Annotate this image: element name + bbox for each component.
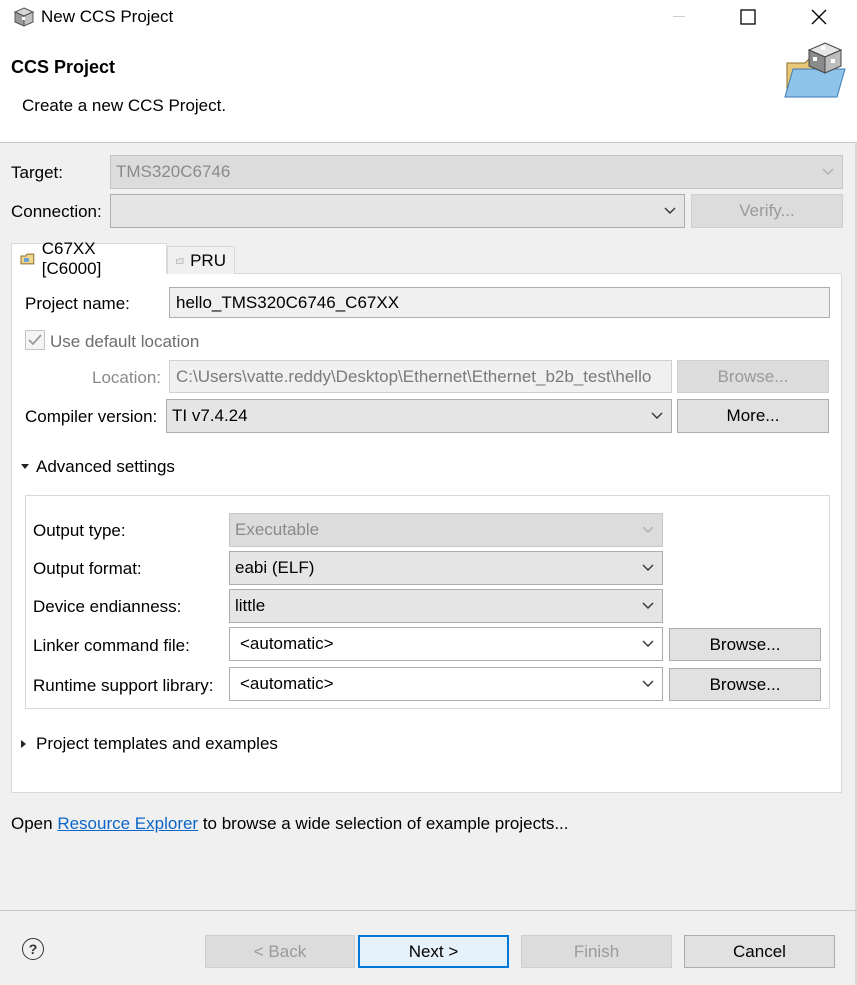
finish-button[interactable]: Finish bbox=[521, 935, 672, 968]
tab-pru[interactable]: PRU bbox=[167, 246, 235, 274]
cube-icon bbox=[13, 7, 35, 27]
close-icon bbox=[811, 9, 827, 25]
next-button[interactable]: Next > bbox=[358, 935, 509, 968]
back-button[interactable]: < Back bbox=[205, 935, 355, 968]
connection-label: Connection: bbox=[11, 202, 102, 221]
cancel-button[interactable]: Cancel bbox=[684, 935, 835, 968]
chevron-down-icon bbox=[664, 207, 676, 214]
chevron-down-icon bbox=[642, 640, 654, 647]
linker-command-file-combo[interactable]: <automatic> bbox=[229, 627, 663, 661]
location-browse-button[interactable]: Browse... bbox=[677, 360, 829, 393]
output-type-value: Executable bbox=[235, 520, 320, 539]
project-templates-toggle[interactable]: Project templates and examples bbox=[20, 734, 278, 754]
device-endianness-combo[interactable]: little bbox=[229, 589, 663, 623]
runtime-support-library-combo[interactable]: <automatic> bbox=[229, 667, 663, 701]
advanced-settings-toggle[interactable]: Advanced settings bbox=[20, 457, 175, 477]
target-value: TMS320C6746 bbox=[116, 162, 231, 181]
target-label: Target: bbox=[11, 163, 63, 182]
output-format-label: Output format: bbox=[33, 559, 142, 578]
window-title: New CCS Project bbox=[41, 7, 174, 26]
advanced-settings-label: Advanced settings bbox=[36, 457, 175, 476]
checkmark-icon bbox=[28, 334, 42, 346]
chevron-down-icon bbox=[651, 412, 663, 419]
chevron-down-icon bbox=[642, 680, 654, 687]
output-type-label: Output type: bbox=[33, 521, 126, 540]
use-default-location-label: Use default location bbox=[50, 332, 200, 351]
device-endianness-label: Device endianness: bbox=[33, 597, 182, 616]
maximize-button[interactable] bbox=[725, 0, 771, 34]
chevron-down-icon bbox=[642, 602, 654, 609]
resource-explorer-link[interactable]: Resource Explorer bbox=[57, 814, 198, 833]
help-icon[interactable]: ? bbox=[22, 938, 44, 960]
project-name-label: Project name: bbox=[25, 294, 130, 313]
chevron-down-icon bbox=[822, 168, 834, 175]
folder-tab-icon bbox=[176, 257, 184, 264]
linker-command-file-label: Linker command file: bbox=[33, 636, 190, 655]
use-default-location-checkbox[interactable] bbox=[25, 330, 45, 350]
verify-button[interactable]: Verify... bbox=[691, 194, 843, 228]
compiler-version-label: Compiler version: bbox=[25, 407, 158, 426]
runtime-browse-button[interactable]: Browse... bbox=[669, 668, 821, 701]
expanded-triangle-icon bbox=[21, 464, 29, 469]
location-input[interactable]: C:\Users\vatte.reddy\Desktop\Ethernet\Et… bbox=[169, 360, 672, 393]
cpu-tab-icon bbox=[20, 253, 35, 265]
page-description: Create a new CCS Project. bbox=[22, 96, 227, 115]
tab-label: C67XX [C6000] bbox=[41, 239, 102, 278]
minimize-icon bbox=[673, 16, 685, 17]
linker-command-file-value: <automatic> bbox=[240, 634, 334, 653]
compiler-version-combo[interactable]: TI v7.4.24 bbox=[166, 399, 672, 433]
output-format-combo[interactable]: eabi (ELF) bbox=[229, 551, 663, 585]
chevron-down-icon bbox=[642, 564, 654, 571]
more-button[interactable]: More... bbox=[677, 399, 829, 433]
page-title: CCS Project bbox=[11, 57, 116, 77]
maximize-icon bbox=[740, 9, 756, 25]
wizard-banner bbox=[0, 36, 857, 143]
device-endianness-value: little bbox=[235, 596, 266, 615]
runtime-support-library-label: Runtime support library: bbox=[33, 676, 214, 695]
note-prefix: Open bbox=[11, 814, 58, 833]
project-name-input[interactable]: hello_TMS320C6746_C67XX bbox=[169, 287, 830, 318]
minimize-button[interactable] bbox=[656, 0, 702, 34]
resource-explorer-note: Open Resource Explorer to browse a wide … bbox=[11, 814, 569, 834]
close-window-button[interactable] bbox=[796, 0, 842, 34]
runtime-support-library-value: <automatic> bbox=[240, 674, 334, 693]
connection-combo[interactable] bbox=[110, 194, 685, 228]
compiler-version-value: TI v7.4.24 bbox=[172, 406, 248, 425]
linker-browse-button[interactable]: Browse... bbox=[669, 628, 821, 661]
location-label: Location: bbox=[92, 368, 161, 387]
tab-label: PRU bbox=[190, 250, 226, 270]
target-combo: TMS320C6746 bbox=[110, 155, 843, 189]
output-type-combo: Executable bbox=[229, 513, 663, 547]
chevron-down-icon bbox=[642, 526, 654, 533]
collapsed-triangle-icon bbox=[21, 740, 26, 748]
folder-cube-icon bbox=[784, 42, 846, 98]
note-suffix: to browse a wide selection of example pr… bbox=[198, 814, 569, 833]
project-templates-label: Project templates and examples bbox=[36, 734, 278, 753]
output-format-value: eabi (ELF) bbox=[235, 558, 315, 577]
footer-divider bbox=[0, 910, 857, 911]
tab-c67xx[interactable]: C67XX [C6000] bbox=[11, 239, 167, 278]
